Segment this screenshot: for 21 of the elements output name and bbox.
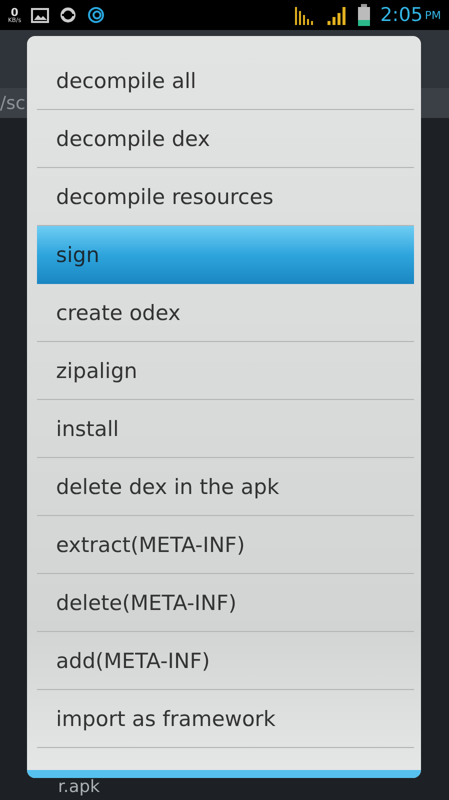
menu-item[interactable]: decompile dex (37, 110, 414, 168)
image-icon (31, 6, 50, 24)
clock-meridiem: PM (424, 8, 441, 22)
menu-item[interactable]: sign (37, 226, 414, 284)
menu-item[interactable]: zipalign (37, 342, 414, 400)
menu-item[interactable]: delete(META-INF) (37, 574, 414, 632)
menu-item[interactable]: extract(META-INF) (37, 516, 414, 574)
menu-item[interactable]: delete dex in the apk (37, 458, 414, 516)
speed-value: 0 (10, 6, 18, 18)
menu-item[interactable]: decompile all (37, 52, 414, 110)
circle-icon (87, 6, 106, 24)
signal-icon (326, 5, 348, 25)
menu-item[interactable]: create odex (37, 284, 414, 342)
menu-item[interactable]: import as framework (37, 690, 414, 748)
menu-item[interactable]: install (37, 400, 414, 458)
path-text: /sc (0, 92, 26, 114)
clock-time: 2:05 (380, 4, 423, 26)
battery-icon (358, 4, 370, 26)
file-name[interactable]: r.apk (58, 778, 100, 796)
usb-icon (59, 6, 78, 24)
menu-item[interactable]: add(META-INF) (37, 632, 414, 690)
